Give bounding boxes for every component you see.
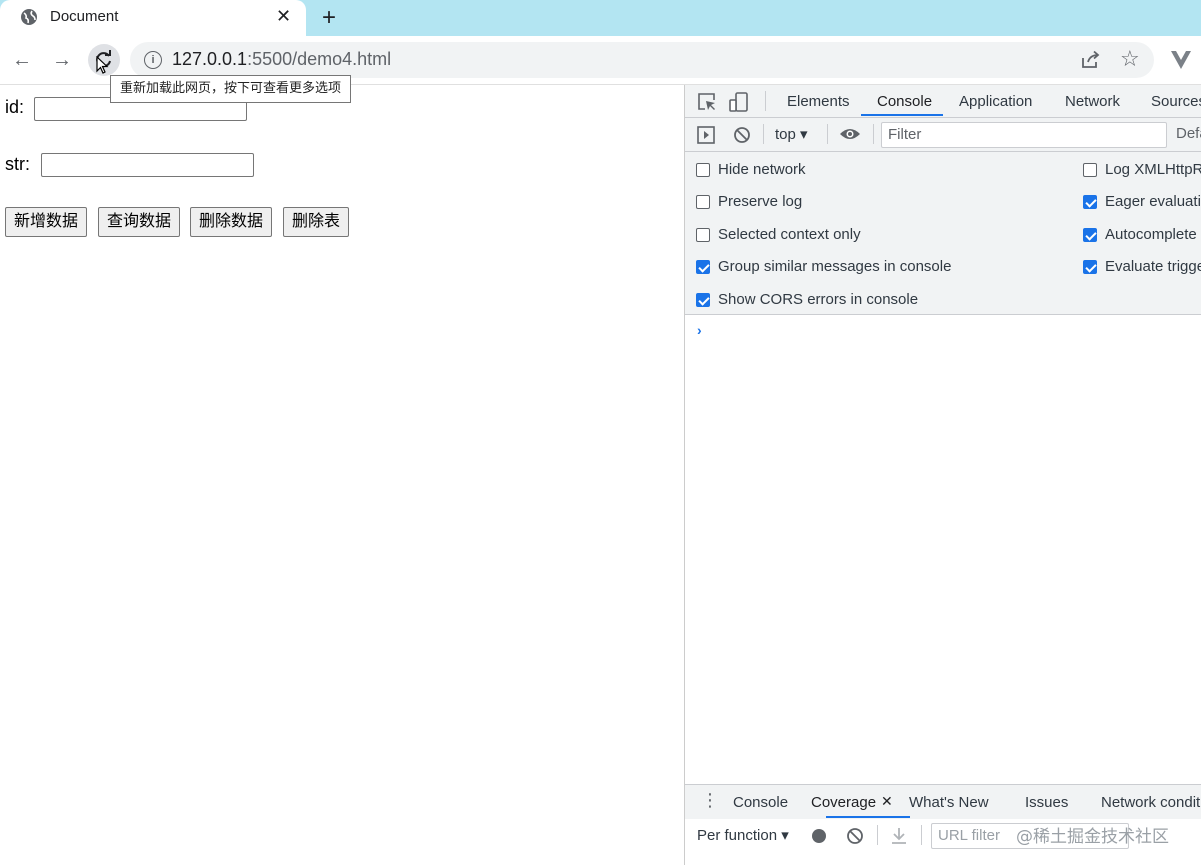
browser-tab[interactable]: Document ✕ [0, 0, 306, 36]
clear-coverage-icon[interactable] [846, 827, 864, 845]
checkbox-checked[interactable] [696, 293, 710, 307]
drawer-tabbar: ⋮ Console Coverage ✕ What's New Issues N… [685, 784, 1201, 820]
setting-label: Eager evaluatio [1105, 193, 1201, 210]
sidebar-toggle-icon[interactable] [697, 126, 715, 144]
url-text: 127.0.0.1:5500/demo4.html [172, 49, 392, 69]
setting-label: Evaluate trigge [1105, 258, 1201, 275]
tab-console[interactable]: Console [877, 93, 932, 110]
reload-tooltip: 重新加载此网页，按下可查看更多选项 [110, 75, 352, 103]
setting-label: Hide network [718, 161, 806, 178]
drawer-tab-console[interactable]: Console [733, 794, 788, 811]
delete-table-button[interactable]: 删除表 [283, 207, 350, 237]
delete-data-button[interactable]: 删除数据 [190, 207, 273, 237]
checkbox-checked[interactable] [1083, 260, 1097, 274]
separator [921, 825, 922, 845]
active-tab-indicator [861, 114, 943, 116]
address-bar[interactable]: i 127.0.0.1:5500/demo4.html ☆ [130, 42, 1154, 78]
devtools-panel: Elements Console Application Network Sou… [684, 85, 1201, 865]
console-settings: Hide network Preserve log Selected conte… [685, 152, 1201, 315]
checkbox-checked[interactable] [696, 260, 710, 274]
watermark: @稀土掘金技术社区 [1016, 827, 1169, 847]
checkbox[interactable] [696, 228, 710, 242]
close-drawer-tab-icon[interactable]: ✕ [881, 793, 893, 810]
setting-label: Preserve log [718, 193, 803, 210]
tab-application[interactable]: Application [959, 93, 1032, 110]
log-levels-dropdown[interactable]: Defa [1176, 125, 1201, 142]
devtools-tabbar: Elements Console Application Network Sou… [685, 85, 1201, 118]
close-tab-icon[interactable]: ✕ [276, 6, 291, 27]
forward-arrow-icon[interactable]: → [50, 48, 74, 72]
setting-label: Show CORS errors in console [718, 291, 919, 308]
extension-icon[interactable] [1170, 50, 1192, 70]
setting-label: Selected context only [718, 226, 861, 243]
cursor-icon [96, 56, 109, 74]
setting-label: Group similar messages in console [718, 258, 952, 275]
inspect-element-icon[interactable] [697, 92, 717, 112]
checkbox-checked[interactable] [1083, 228, 1097, 242]
record-icon[interactable] [812, 829, 826, 843]
tab-sources[interactable]: Sources [1151, 93, 1201, 110]
checkbox[interactable] [1083, 163, 1097, 177]
query-data-button[interactable]: 查询数据 [98, 207, 181, 237]
checkbox[interactable] [696, 195, 710, 209]
setting-label: Autocomplete [1105, 226, 1197, 243]
separator [763, 124, 764, 144]
checkbox-checked[interactable] [1083, 195, 1097, 209]
page-content: id: str: 新增数据 查询数据 删除数据 删除表 [0, 85, 684, 865]
console-prompt-icon[interactable]: › [697, 322, 702, 338]
setting-label: Log XMLHttpR [1105, 161, 1201, 178]
checkbox[interactable] [696, 163, 710, 177]
clear-console-icon[interactable] [733, 126, 751, 144]
console-toolbar: top ▾ Filter Defa [685, 118, 1201, 152]
tab-strip: Document ✕ + [0, 0, 1201, 36]
share-icon[interactable] [1080, 50, 1102, 70]
context-selector[interactable]: top ▾ [775, 125, 808, 143]
tab-network[interactable]: Network [1065, 93, 1120, 110]
separator [877, 825, 878, 845]
separator [827, 124, 828, 144]
back-arrow-icon[interactable]: ← [10, 48, 34, 72]
drawer-tab-issues[interactable]: Issues [1025, 794, 1068, 811]
export-download-icon[interactable] [891, 827, 907, 845]
drawer-tab-whats-new[interactable]: What's New [909, 794, 989, 811]
globe-icon [21, 9, 37, 25]
str-label: str: [5, 154, 30, 174]
new-tab-icon[interactable]: + [322, 4, 336, 32]
tab-elements[interactable]: Elements [787, 93, 850, 110]
tab-title: Document [50, 8, 119, 25]
active-drawer-tab-indicator [826, 816, 910, 818]
id-label: id: [5, 97, 25, 117]
drawer-tab-network-conditions[interactable]: Network condit [1101, 794, 1200, 811]
bookmark-star-icon[interactable]: ☆ [1120, 46, 1140, 72]
separator [765, 91, 766, 111]
more-options-icon[interactable]: ⋮ [701, 791, 719, 809]
site-info-icon[interactable]: i [144, 51, 162, 69]
str-input[interactable] [41, 153, 254, 177]
separator [873, 124, 874, 144]
console-filter-input[interactable]: Filter [881, 122, 1167, 148]
drawer-tab-coverage[interactable]: Coverage [811, 794, 876, 811]
device-toolbar-icon[interactable] [729, 91, 749, 113]
reload-button[interactable] [88, 44, 120, 76]
live-expression-eye-icon[interactable] [839, 126, 861, 142]
coverage-mode-select[interactable]: Per function ▾ [697, 826, 789, 844]
add-data-button[interactable]: 新增数据 [5, 207, 88, 237]
